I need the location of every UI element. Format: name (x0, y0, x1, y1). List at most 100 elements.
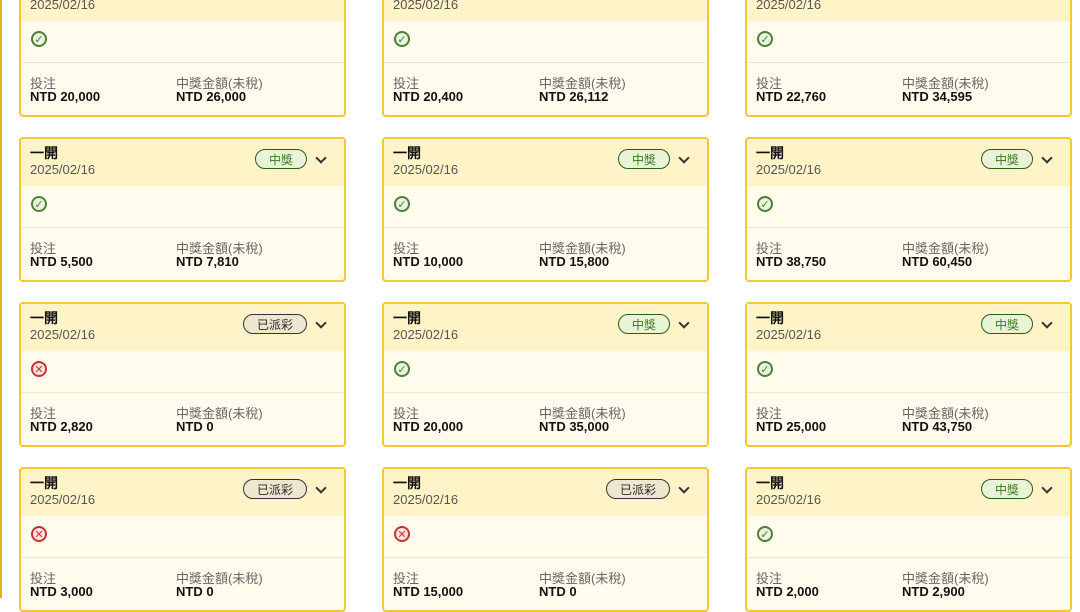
card-header[interactable]: 一開 2025/02/16 中獎 (747, 139, 1070, 186)
bet-amount: NTD 2,820 (30, 419, 93, 434)
draw-date: 2025/02/16 (393, 162, 459, 177)
amount-row: 投注 NTD 5,500 中獎金額(未稅) NTD 7,810 (21, 228, 344, 280)
status-badge: 中獎 (980, 479, 1033, 499)
card-header[interactable]: 一開 2025/02/16 已派彩 (21, 304, 344, 351)
bet-record-card[interactable]: 一開 2025/02/16 中獎 ✓ 投注 NTD 10,000 中獎金額(未稅) NTD 1… (382, 137, 709, 282)
bet-amount: NTD 5,500 (30, 254, 93, 269)
status-badge: 中獎 (617, 149, 670, 169)
draw-title: 一開 (756, 475, 784, 491)
draw-date: 2025/02/16 (756, 492, 822, 507)
draw-title: 一開 (393, 475, 421, 491)
bet-record-card[interactable]: 2025/02/16 ✓ 投注 NTD 20,000 中獎金額(未稅) NTD 26,00… (19, 0, 346, 117)
card-header[interactable]: 一開 2025/02/16 中獎 (747, 304, 1070, 351)
bet-amount: NTD 3,000 (30, 584, 93, 599)
draw-date: 2025/02/16 (756, 0, 822, 12)
check-circle-icon: ✓ (757, 196, 773, 212)
result-row: ✕ (21, 351, 344, 393)
draw-title: 一開 (30, 310, 58, 326)
bet-record-card[interactable]: 2025/02/16 ✓ 投注 NTD 22,760 中獎金額(未稅) NTD 34,59… (745, 0, 1072, 117)
bet-amount: NTD 20,000 (393, 419, 464, 434)
chevron-down-icon[interactable] (1041, 152, 1053, 164)
amount-row: 投注 NTD 22,760 中獎金額(未稅) NTD 34,595 (747, 63, 1070, 115)
bet-amount: NTD 20,000 (30, 89, 101, 104)
amount-row: 投注 NTD 20,000 中獎金額(未稅) NTD 35,000 (384, 393, 707, 445)
amount-row: 投注 NTD 10,000 中獎金額(未稅) NTD 15,800 (384, 228, 707, 280)
amount-row: 投注 NTD 20,000 中獎金額(未稅) NTD 26,000 (21, 63, 344, 115)
draw-title: 一開 (756, 145, 784, 161)
draw-date: 2025/02/16 (30, 327, 96, 342)
chevron-down-icon[interactable] (678, 152, 690, 164)
card-header[interactable]: 一開 2025/02/16 中獎 (747, 469, 1070, 516)
status-badge: 中獎 (617, 314, 670, 334)
draw-title: 一開 (30, 475, 58, 491)
bet-amount: NTD 2,000 (756, 584, 819, 599)
draw-date: 2025/02/16 (756, 162, 822, 177)
draw-date: 2025/02/16 (30, 492, 96, 507)
bet-record-card[interactable]: 一開 2025/02/16 中獎 ✓ 投注 NTD 38,750 中獎金額(未稅) NTD 6… (745, 137, 1072, 282)
draw-title: 一開 (30, 145, 58, 161)
chevron-down-icon[interactable] (315, 152, 327, 164)
prize-amount: NTD 0 (176, 419, 214, 434)
bet-record-card[interactable]: 一開 2025/02/16 中獎 ✓ 投注 NTD 5,500 中獎金額(未稅) NTD 7,… (19, 137, 346, 282)
draw-title: 一開 (393, 145, 421, 161)
card-header[interactable]: 2025/02/16 (747, 0, 1070, 21)
result-row: ✓ (747, 186, 1070, 228)
prize-amount: NTD 15,800 (539, 254, 610, 269)
bet-amount: NTD 25,000 (756, 419, 827, 434)
result-row: ✕ (384, 516, 707, 558)
bet-record-card[interactable]: 一開 2025/02/16 中獎 ✓ 投注 NTD 20,000 中獎金額(未稅) NTD 3… (382, 302, 709, 447)
status-badge: 中獎 (980, 149, 1033, 169)
result-row: ✓ (747, 516, 1070, 558)
draw-date: 2025/02/16 (30, 162, 96, 177)
bet-record-card[interactable]: 2025/02/16 ✓ 投注 NTD 20,400 中獎金額(未稅) NTD 26,11… (382, 0, 709, 117)
card-header[interactable]: 2025/02/16 (384, 0, 707, 21)
left-edge-bar (0, 0, 2, 598)
chevron-down-icon[interactable] (315, 317, 327, 329)
draw-date: 2025/02/16 (393, 492, 459, 507)
result-row: ✓ (384, 21, 707, 63)
result-row: ✓ (747, 21, 1070, 63)
x-circle-icon: ✕ (31, 361, 47, 377)
status-badge: 中獎 (980, 314, 1033, 334)
result-row: ✕ (21, 516, 344, 558)
bet-record-card[interactable]: 一開 2025/02/16 已派彩 ✕ 投注 NTD 2,820 中獎金額(未稅) NTD 0 (19, 302, 346, 447)
card-header[interactable]: 一開 2025/02/16 中獎 (21, 139, 344, 186)
check-circle-icon: ✓ (757, 31, 773, 47)
amount-row: 投注 NTD 15,000 中獎金額(未稅) NTD 0 (384, 558, 707, 610)
bet-record-card[interactable]: 一開 2025/02/16 已派彩 ✕ 投注 NTD 3,000 中獎金額(未稅) NTD 0 (19, 467, 346, 612)
chevron-down-icon[interactable] (315, 482, 327, 494)
bet-amount: NTD 10,000 (393, 254, 464, 269)
chevron-down-icon[interactable] (678, 482, 690, 494)
chevron-down-icon[interactable] (1041, 482, 1053, 494)
chevron-down-icon[interactable] (1041, 317, 1053, 329)
check-circle-icon: ✓ (31, 31, 47, 47)
check-circle-icon: ✓ (757, 526, 773, 542)
draw-date: 2025/02/16 (756, 327, 822, 342)
bet-record-card[interactable]: 一開 2025/02/16 已派彩 ✕ 投注 NTD 15,000 中獎金額(未稅) NTD … (382, 467, 709, 612)
prize-amount: NTD 60,450 (902, 254, 973, 269)
card-header[interactable]: 一開 2025/02/16 已派彩 (384, 469, 707, 516)
card-header[interactable]: 一開 2025/02/16 中獎 (384, 304, 707, 351)
chevron-down-icon[interactable] (678, 317, 690, 329)
card-header[interactable]: 2025/02/16 (21, 0, 344, 21)
bet-amount: NTD 15,000 (393, 584, 464, 599)
check-circle-icon: ✓ (394, 361, 410, 377)
bet-record-card[interactable]: 一開 2025/02/16 中獎 ✓ 投注 NTD 25,000 中獎金額(未稅) NTD 4… (745, 302, 1072, 447)
draw-title: 一開 (393, 310, 421, 326)
x-circle-icon: ✕ (31, 526, 47, 542)
card-header[interactable]: 一開 2025/02/16 已派彩 (21, 469, 344, 516)
amount-row: 投注 NTD 3,000 中獎金額(未稅) NTD 0 (21, 558, 344, 610)
draw-date: 2025/02/16 (393, 327, 459, 342)
amount-row: 投注 NTD 25,000 中獎金額(未稅) NTD 43,750 (747, 393, 1070, 445)
prize-amount: NTD 26,000 (176, 89, 247, 104)
prize-amount: NTD 0 (176, 584, 214, 599)
card-header[interactable]: 一開 2025/02/16 中獎 (384, 139, 707, 186)
draw-date: 2025/02/16 (393, 0, 459, 12)
amount-row: 投注 NTD 2,000 中獎金額(未稅) NTD 2,900 (747, 558, 1070, 610)
bet-amount: NTD 20,400 (393, 89, 464, 104)
draw-title: 一開 (756, 310, 784, 326)
bet-record-card[interactable]: 一開 2025/02/16 中獎 ✓ 投注 NTD 2,000 中獎金額(未稅) NTD 2,… (745, 467, 1072, 612)
x-circle-icon: ✕ (394, 526, 410, 542)
prize-amount: NTD 7,810 (176, 254, 239, 269)
check-circle-icon: ✓ (394, 196, 410, 212)
